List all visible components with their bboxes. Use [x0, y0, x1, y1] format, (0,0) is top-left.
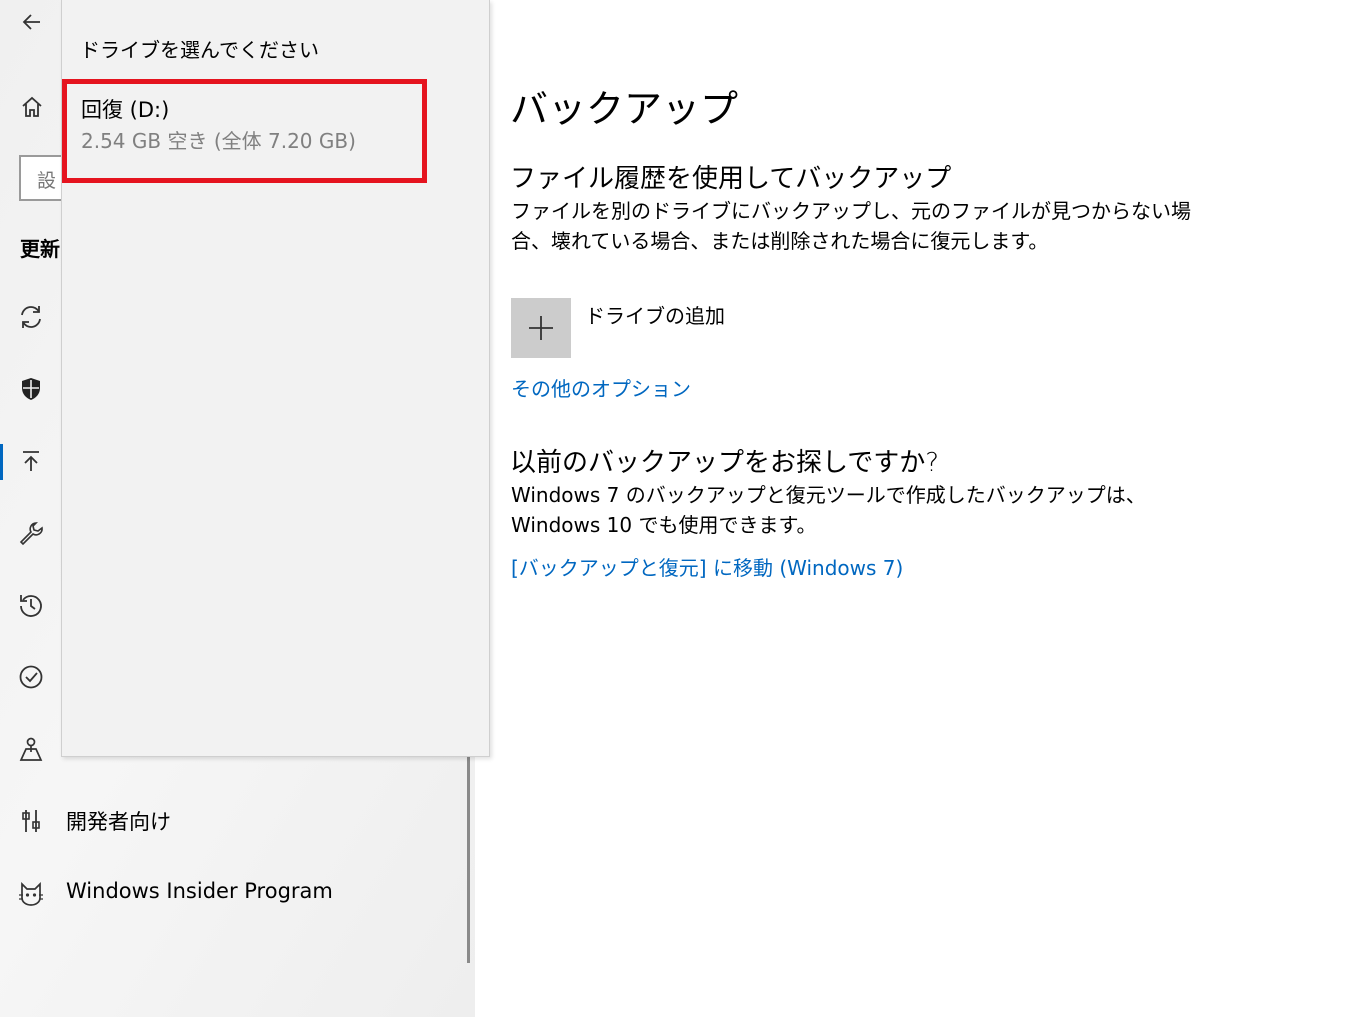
- back-arrow-icon[interactable]: [18, 8, 46, 36]
- more-options-link[interactable]: その他のオプション: [511, 373, 691, 402]
- backup-page: バックアップ ファイル履歴を使用してバックアップ ファイルを別のドライブにバック…: [475, 0, 1349, 1017]
- plus-icon: [529, 316, 553, 340]
- backup-restore-link[interactable]: [バックアップと復元] に移動 (Windows 7): [511, 552, 903, 581]
- home-icon[interactable]: [18, 93, 46, 121]
- drive-capacity-info: 2.54 GB 空き (全体 7.20 GB): [81, 129, 356, 153]
- wrench-icon[interactable]: [17, 519, 45, 547]
- drive-selection-flyout: ドライブを選んでください 回復 (D:) 2.54 GB 空き (全体 7.20…: [61, 0, 490, 757]
- older-backup-description: Windows 7 のバックアップと復元ツールで作成したバックアップは、Wind…: [511, 483, 1146, 537]
- selected-nav-indicator: [0, 444, 3, 480]
- sync-icon[interactable]: [17, 303, 45, 331]
- flyout-title: ドライブを選んでください: [80, 38, 319, 62]
- check-circle-icon[interactable]: [17, 663, 45, 691]
- insider-cat-icon[interactable]: [17, 880, 45, 908]
- drive-name: 回復 (D:): [81, 98, 170, 122]
- page-title: バックアップ: [510, 87, 739, 131]
- add-drive-label[interactable]: ドライブの追加: [585, 300, 725, 329]
- drive-option-recovery[interactable]: 回復 (D:) 2.54 GB 空き (全体 7.20 GB): [62, 79, 427, 183]
- history-icon[interactable]: [17, 591, 45, 619]
- section-title: 更新: [20, 237, 60, 261]
- find-device-icon[interactable]: [17, 735, 45, 763]
- search-placeholder: 設: [37, 170, 57, 192]
- file-history-heading: ファイル履歴を使用してバックアップ: [510, 164, 952, 194]
- shield-icon[interactable]: [17, 375, 45, 403]
- add-drive-button[interactable]: [511, 298, 571, 358]
- developer-tools-icon[interactable]: [17, 807, 45, 835]
- nav-label-developers[interactable]: 開発者向け: [66, 806, 171, 836]
- upload-icon[interactable]: [17, 447, 45, 475]
- file-history-description: ファイルを別のドライブにバックアップし、元のファイルが見つからない場合、壊れてい…: [511, 199, 1191, 253]
- nav-label-insider-program[interactable]: Windows Insider Program: [66, 879, 333, 903]
- older-backup-heading: 以前のバックアップをお探しですか?: [510, 448, 940, 478]
